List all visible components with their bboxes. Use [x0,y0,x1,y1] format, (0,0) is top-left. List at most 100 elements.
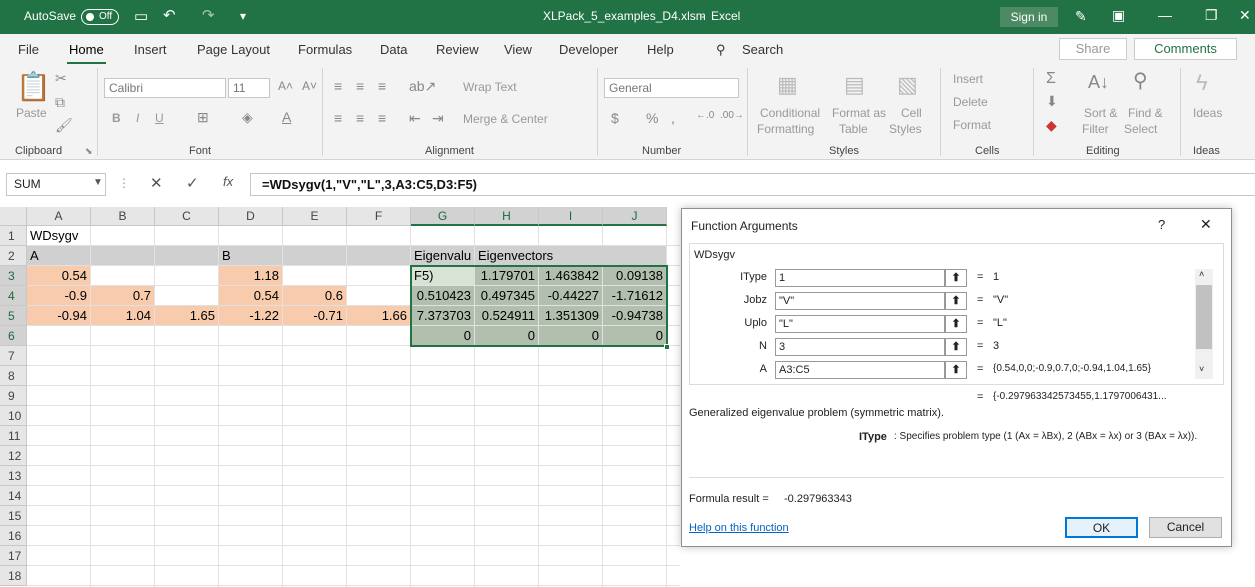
close-window-icon[interactable]: ✕ [1239,7,1251,24]
cell-b3[interactable] [91,266,155,286]
cell-f4[interactable] [347,286,411,306]
cell-c5[interactable]: 1.65 [155,306,219,326]
dialog-launcher-icon[interactable]: ⬊ [85,146,93,157]
row-header[interactable]: 18 [0,566,27,586]
clear-icon[interactable]: ◆ [1046,117,1057,134]
underline-button[interactable]: U [155,111,164,125]
search-icon[interactable]: ⚲ [716,42,726,58]
save-icon[interactable]: ▭ [134,7,148,25]
row-header[interactable]: 12 [0,446,27,466]
cell-c4[interactable] [155,286,219,306]
tab-view[interactable]: View [504,42,532,57]
decrease-indent-icon[interactable]: ⇤ [409,110,421,127]
cell-a2[interactable]: A [27,246,91,266]
decrease-decimal-icon[interactable]: .00→ [720,110,744,121]
format-cells-button[interactable]: Format [953,118,991,132]
cell-e4[interactable]: 0.6 [283,286,347,306]
row-header[interactable]: 17 [0,546,27,566]
help-icon[interactable]: ? [1158,217,1165,232]
autosum-icon[interactable]: Σ [1046,70,1056,88]
row-header[interactable]: 4 [0,286,27,306]
row-header[interactable]: 1 [0,226,27,246]
insert-function-icon[interactable]: fx [223,174,233,189]
row-header[interactable]: 8 [0,366,27,386]
cell-e3[interactable] [283,266,347,286]
delete-cells-button[interactable]: Delete [953,95,988,109]
tab-review[interactable]: Review [436,42,479,57]
sort-filter-label[interactable]: Sort & [1084,106,1117,120]
align-center-icon[interactable]: ≡ [356,110,364,126]
tab-insert[interactable]: Insert [134,42,167,57]
undo-icon[interactable]: ↶ [163,6,176,24]
cell-a5[interactable]: -0.94 [27,306,91,326]
scrollbar-thumb[interactable] [1196,285,1212,349]
cell-f2[interactable] [347,246,411,266]
number-format-select[interactable]: General [604,78,739,98]
find-select-label-2[interactable]: Select [1124,122,1157,136]
conditional-formatting-icon[interactable]: ▦ [777,72,798,98]
cell-a4[interactable]: -0.9 [27,286,91,306]
cell-f5[interactable]: 1.66 [347,306,411,326]
shrink-font-icon[interactable]: A˅ [302,79,317,93]
fill-icon[interactable]: ⬇ [1046,93,1058,110]
close-icon[interactable]: ✕ [1200,216,1212,233]
wrap-text-button[interactable]: Wrap Text [463,80,517,94]
collapse-icon[interactable]: ⬆ [945,269,967,287]
row-header[interactable]: 16 [0,526,27,546]
font-size-select[interactable]: 11 [228,78,270,98]
row-header[interactable]: 9 [0,386,27,406]
cell-styles-icon[interactable]: ▧ [897,72,918,98]
fill-handle[interactable] [664,344,670,350]
tab-page-layout[interactable]: Page Layout [197,42,270,57]
arg-input-jobz[interactable]: "V" [775,292,945,310]
percent-icon[interactable]: % [646,110,658,126]
cell-b4[interactable]: 0.7 [91,286,155,306]
collapse-icon[interactable]: ⬆ [945,315,967,333]
cell-d3[interactable]: 1.18 [219,266,283,286]
find-select-label[interactable]: Find & [1128,106,1163,120]
currency-icon[interactable]: $ [611,110,619,126]
collapse-icon[interactable]: ⬆ [945,292,967,310]
redo-icon[interactable]: ↷ [202,6,215,24]
borders-icon[interactable]: ⊞ [197,109,209,126]
comments-button[interactable]: Comments [1134,38,1237,60]
cell-d5[interactable]: -1.22 [219,306,283,326]
align-right-icon[interactable]: ≡ [378,110,386,126]
column-header[interactable]: F [347,207,411,226]
search-box[interactable]: Search [742,42,783,57]
cell-b5[interactable]: 1.04 [91,306,155,326]
conditional-formatting-label[interactable]: Conditional [760,106,820,120]
grow-font-icon[interactable]: A˄ [278,79,293,93]
restore-icon[interactable]: ❐ [1205,7,1218,24]
row-header[interactable]: 6 [0,326,27,346]
sort-filter-label-2[interactable]: Filter [1082,122,1109,136]
select-all-corner[interactable] [0,207,27,226]
cell-d2[interactable]: B [219,246,283,266]
cut-icon[interactable]: ✂ [55,70,67,87]
cell-c2[interactable] [155,246,219,266]
tab-file[interactable]: File [18,42,39,57]
tab-formulas[interactable]: Formulas [298,42,352,57]
scroll-down-icon[interactable]: ˅ [1199,364,1204,374]
insert-cells-button[interactable]: Insert [953,72,983,86]
column-header[interactable]: D [219,207,283,226]
ribbon-display-icon[interactable]: ▣ [1112,7,1125,24]
row-header[interactable]: 13 [0,466,27,486]
cell-styles-label-2[interactable]: Styles [889,122,922,136]
merge-center-button[interactable]: Merge & Center [463,112,548,126]
row-header[interactable]: 10 [0,406,27,426]
ideas-button[interactable]: Ideas [1193,106,1222,120]
cell-f3[interactable] [347,266,411,286]
cell-e2[interactable] [283,246,347,266]
customize-qat-icon[interactable]: ▾ [240,9,246,23]
paste-button[interactable]: Paste [16,106,47,120]
enter-icon[interactable]: ✓ [186,174,199,192]
comma-icon[interactable]: , [671,110,675,126]
format-painter-icon[interactable]: 🖌 [55,117,73,134]
row-header[interactable]: 3 [0,266,27,286]
conditional-formatting-label-2[interactable]: Formatting [757,122,814,136]
cell-g2[interactable]: Eigenvalu [411,246,475,266]
collapse-icon[interactable]: ⬆ [945,338,967,356]
font-color-icon[interactable]: A [282,109,291,125]
column-header[interactable]: H [475,207,539,226]
